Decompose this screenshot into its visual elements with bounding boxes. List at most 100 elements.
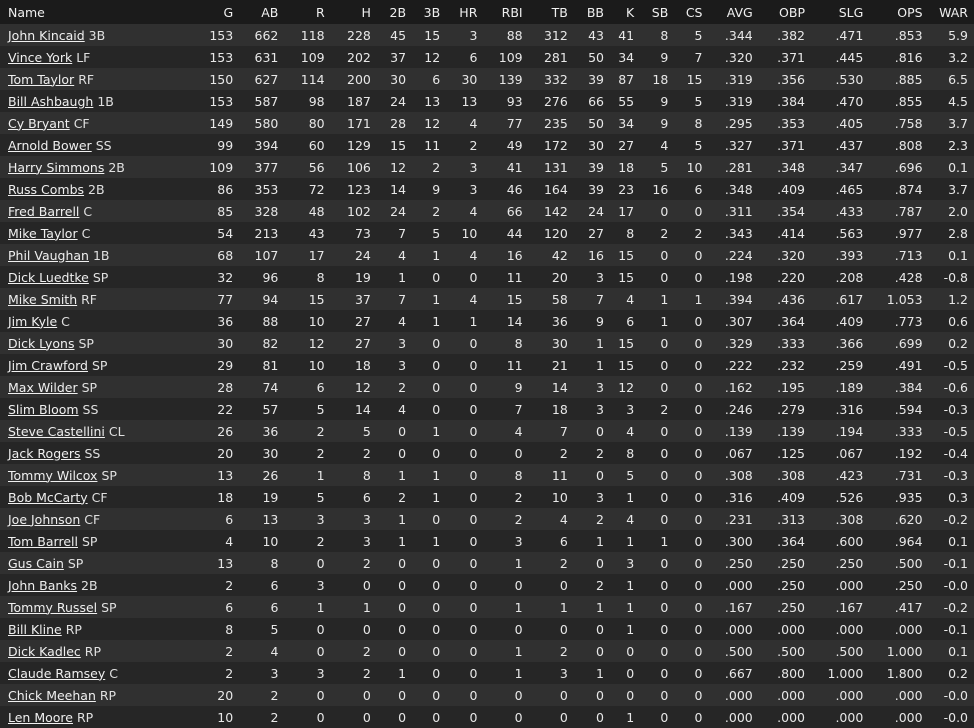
player-name-link[interactable]: Cy Bryant (8, 116, 70, 131)
column-header-obp[interactable]: OBP (753, 0, 805, 24)
player-name-link[interactable]: Vince York (8, 50, 72, 65)
player-position: CF (91, 489, 108, 505)
player-cell: Steve Castellini CL (0, 420, 191, 442)
player-name-link[interactable]: Jack Rogers (8, 446, 80, 461)
stat-ops: .787 (894, 203, 923, 219)
player-name-link[interactable]: Gus Cain (8, 556, 64, 571)
stat-rbi: 0 (514, 709, 523, 725)
stat-avg: .319 (724, 93, 753, 109)
player-name-link[interactable]: Claude Ramsey (8, 666, 105, 681)
stat-g: 2 (225, 577, 234, 593)
player-name-link[interactable]: Arnold Bower (8, 138, 92, 153)
player-name-link[interactable]: Harry Simmons (8, 160, 104, 175)
player-name-link[interactable]: Tom Taylor (8, 72, 74, 87)
stat-slg: .208 (835, 269, 864, 285)
column-header-rbi[interactable]: RBI (477, 0, 523, 24)
player-name-link[interactable]: Mike Smith (8, 292, 77, 307)
stat-tb: 1 (559, 599, 568, 615)
column-header-war[interactable]: WAR (923, 0, 974, 24)
column-header-cs[interactable]: CS (668, 0, 703, 24)
stat-g: 36 (217, 313, 234, 329)
column-header-slg[interactable]: SLG (805, 0, 864, 24)
player-name-link[interactable]: Dick Lyons (8, 336, 74, 351)
stat-slg: .500 (835, 643, 864, 659)
player-name-link[interactable]: Bill Kline (8, 622, 62, 637)
column-header-ops[interactable]: OPS (863, 0, 922, 24)
player-name-link[interactable]: Joe Johnson (8, 512, 80, 527)
player-name-link[interactable]: Chick Meehan (8, 688, 96, 703)
stat-3b: 12 (424, 115, 441, 131)
stat-avg: .139 (724, 423, 753, 439)
column-header-name[interactable]: Name (0, 0, 191, 24)
table-row: Len Moore RP 10 2 0 0 0 0 0 0 0 0 1 0 0.000.000.000.0… (0, 706, 974, 728)
table-row: Dick Luedtke SP 32 96 8 19 1 0 0 11 20 3 15 0 0 .198 .2… (0, 266, 974, 288)
player-name-link[interactable]: Bob McCarty (8, 490, 88, 505)
stat-h: 0 (362, 577, 371, 593)
player-name-link[interactable]: Slim Bloom (8, 402, 79, 417)
column-header-hr[interactable]: HR (440, 0, 477, 24)
player-name-link[interactable]: John Banks (8, 578, 77, 593)
player-name-link[interactable]: Mike Taylor (8, 226, 78, 241)
column-header-r[interactable]: R (278, 0, 325, 24)
stat-slg: 1.000 (827, 665, 864, 681)
column-header-2b[interactable]: 2B (371, 0, 407, 24)
stat-2b: 0 (398, 555, 407, 571)
stat-g: 30 (217, 335, 234, 351)
player-name-link[interactable]: Jim Kyle (8, 314, 57, 329)
stat-slg: .409 (835, 313, 864, 329)
column-header-g[interactable]: G (191, 0, 233, 24)
column-header-bb[interactable]: BB (568, 0, 604, 24)
column-header-3b[interactable]: 3B (406, 0, 441, 24)
stat-bb: 0 (596, 621, 604, 637)
stat-3b: 1 (432, 313, 441, 329)
player-name-link[interactable]: Len Moore (8, 710, 73, 725)
player-name-link[interactable]: Bill Ashbaugh (8, 94, 93, 109)
player-name-link[interactable]: John Kincaid (8, 28, 85, 43)
stat-g: 153 (209, 27, 234, 43)
stat-h: 2 (362, 445, 371, 461)
stat-avg: .000 (724, 577, 753, 593)
table-row: Joe Johnson CF 6 13 3 3 1 0 0 2 4 2 4 0 0 .231 .313 .308… (0, 508, 974, 530)
stat-cs: 2 (694, 225, 703, 241)
stat-hr: 0 (469, 665, 478, 681)
player-name-link[interactable]: Max Wilder (8, 380, 78, 395)
column-header-sb[interactable]: SB (634, 0, 669, 24)
stat-2b: 2 (398, 489, 407, 505)
player-position: SS (84, 445, 101, 461)
stat-2b: 0 (398, 709, 407, 725)
column-header-tb[interactable]: TB (523, 0, 568, 24)
player-name-link[interactable]: Russ Combs (8, 182, 84, 197)
stat-g: 13 (217, 555, 234, 571)
player-position: RF (81, 291, 97, 307)
stat-ab: 394 (254, 137, 279, 153)
stat-tb: 142 (543, 203, 568, 219)
table-row: Mike Smith RF 77 94 15 37 7 1 4 15 58 7 4 1 1 .394 .436… (0, 288, 974, 310)
column-header-avg[interactable]: AVG (702, 0, 753, 24)
player-name-link[interactable]: Tommy Wilcox (8, 468, 97, 483)
stat-g: 2 (225, 643, 234, 659)
stat-h: 18 (354, 357, 371, 373)
stat-3b: 0 (432, 621, 441, 637)
stat-ops: .696 (894, 159, 923, 175)
player-name-link[interactable]: Fred Barrell (8, 204, 79, 219)
column-header-k[interactable]: K (604, 0, 634, 24)
stat-ops: .250 (894, 577, 923, 593)
table-row: Jim Crawford SP 29 81 10 18 3 0 0 11 21 1 15 0 0 .222.… (0, 354, 974, 376)
player-name-link[interactable]: Tom Barrell (8, 534, 78, 549)
player-name-link[interactable]: Steve Castellini (8, 424, 105, 439)
stat-ops: .428 (894, 269, 923, 285)
player-name-link[interactable]: Jim Crawford (8, 358, 88, 373)
player-name-link[interactable]: Dick Luedtke (8, 270, 89, 285)
player-cell: Cy Bryant CF (0, 112, 191, 134)
stat-r: 72 (308, 181, 325, 197)
player-name-link[interactable]: Phil Vaughan (8, 248, 89, 263)
column-header-h[interactable]: H (325, 0, 370, 24)
column-header-ab[interactable]: AB (233, 0, 278, 24)
player-name-link[interactable]: Tommy Russel (8, 600, 97, 615)
stat-ab: 4 (270, 643, 279, 659)
player-position: C (83, 203, 93, 219)
player-name-link[interactable]: Dick Kadlec (8, 644, 81, 659)
stat-bb: 50 (588, 115, 604, 131)
stat-r: 0 (316, 687, 325, 703)
stat-h: 37 (354, 291, 371, 307)
